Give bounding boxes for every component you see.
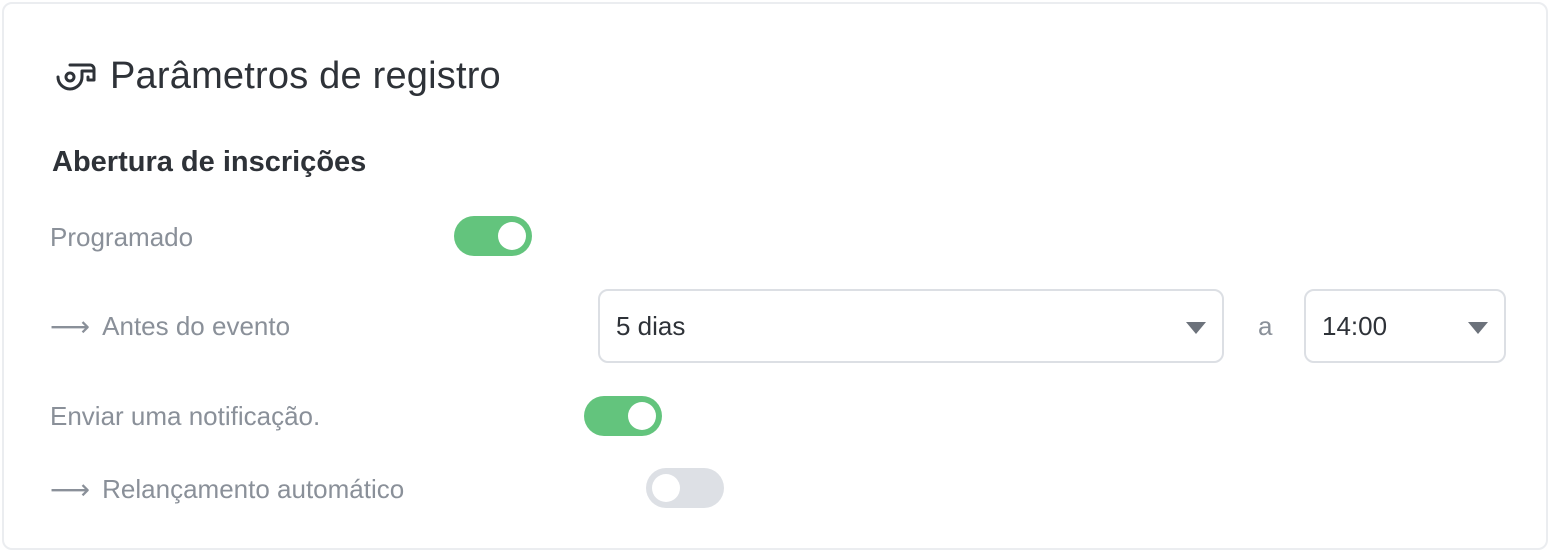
notificacao-label: Enviar uma notificação. [50,401,320,432]
whistle-icon [52,58,96,94]
toggle-knob [498,222,526,250]
caret-down-icon [1468,322,1488,334]
time-select[interactable]: 14:00 [1304,289,1506,363]
section-title: Abertura de inscrições [52,146,367,178]
programado-toggle[interactable] [454,216,532,256]
card-header: Parâmetros de registro [52,50,501,102]
time-value: 14:00 [1322,310,1388,341]
days-before-value: 5 dias [616,310,686,341]
caret-down-icon [1186,322,1206,334]
programado-label-text: Programado [50,222,194,252]
toggle-knob [628,402,656,430]
antes-do-evento-label: ⟶ Antes do evento [50,310,290,343]
days-before-select[interactable]: 5 dias [598,289,1224,363]
notificacao-label-text: Enviar uma notificação. [50,401,321,431]
registration-settings-card: Parâmetros de registro Abertura de inscr… [2,2,1548,550]
antes-do-evento-text: Antes do evento [102,311,291,341]
relancamento-toggle[interactable] [646,468,724,508]
page-title: Parâmetros de registro [110,54,501,97]
arrow-right-icon: ⟶ [50,310,91,343]
toggle-knob [652,474,680,502]
relancamento-text: Relançamento automático [102,474,405,504]
relancamento-label: ⟶ Relançamento automático [50,473,404,506]
arrow-right-icon: ⟶ [50,473,91,506]
notificacao-toggle[interactable] [584,396,662,436]
programado-label: Programado [50,222,193,253]
time-separator: a [1258,311,1273,341]
